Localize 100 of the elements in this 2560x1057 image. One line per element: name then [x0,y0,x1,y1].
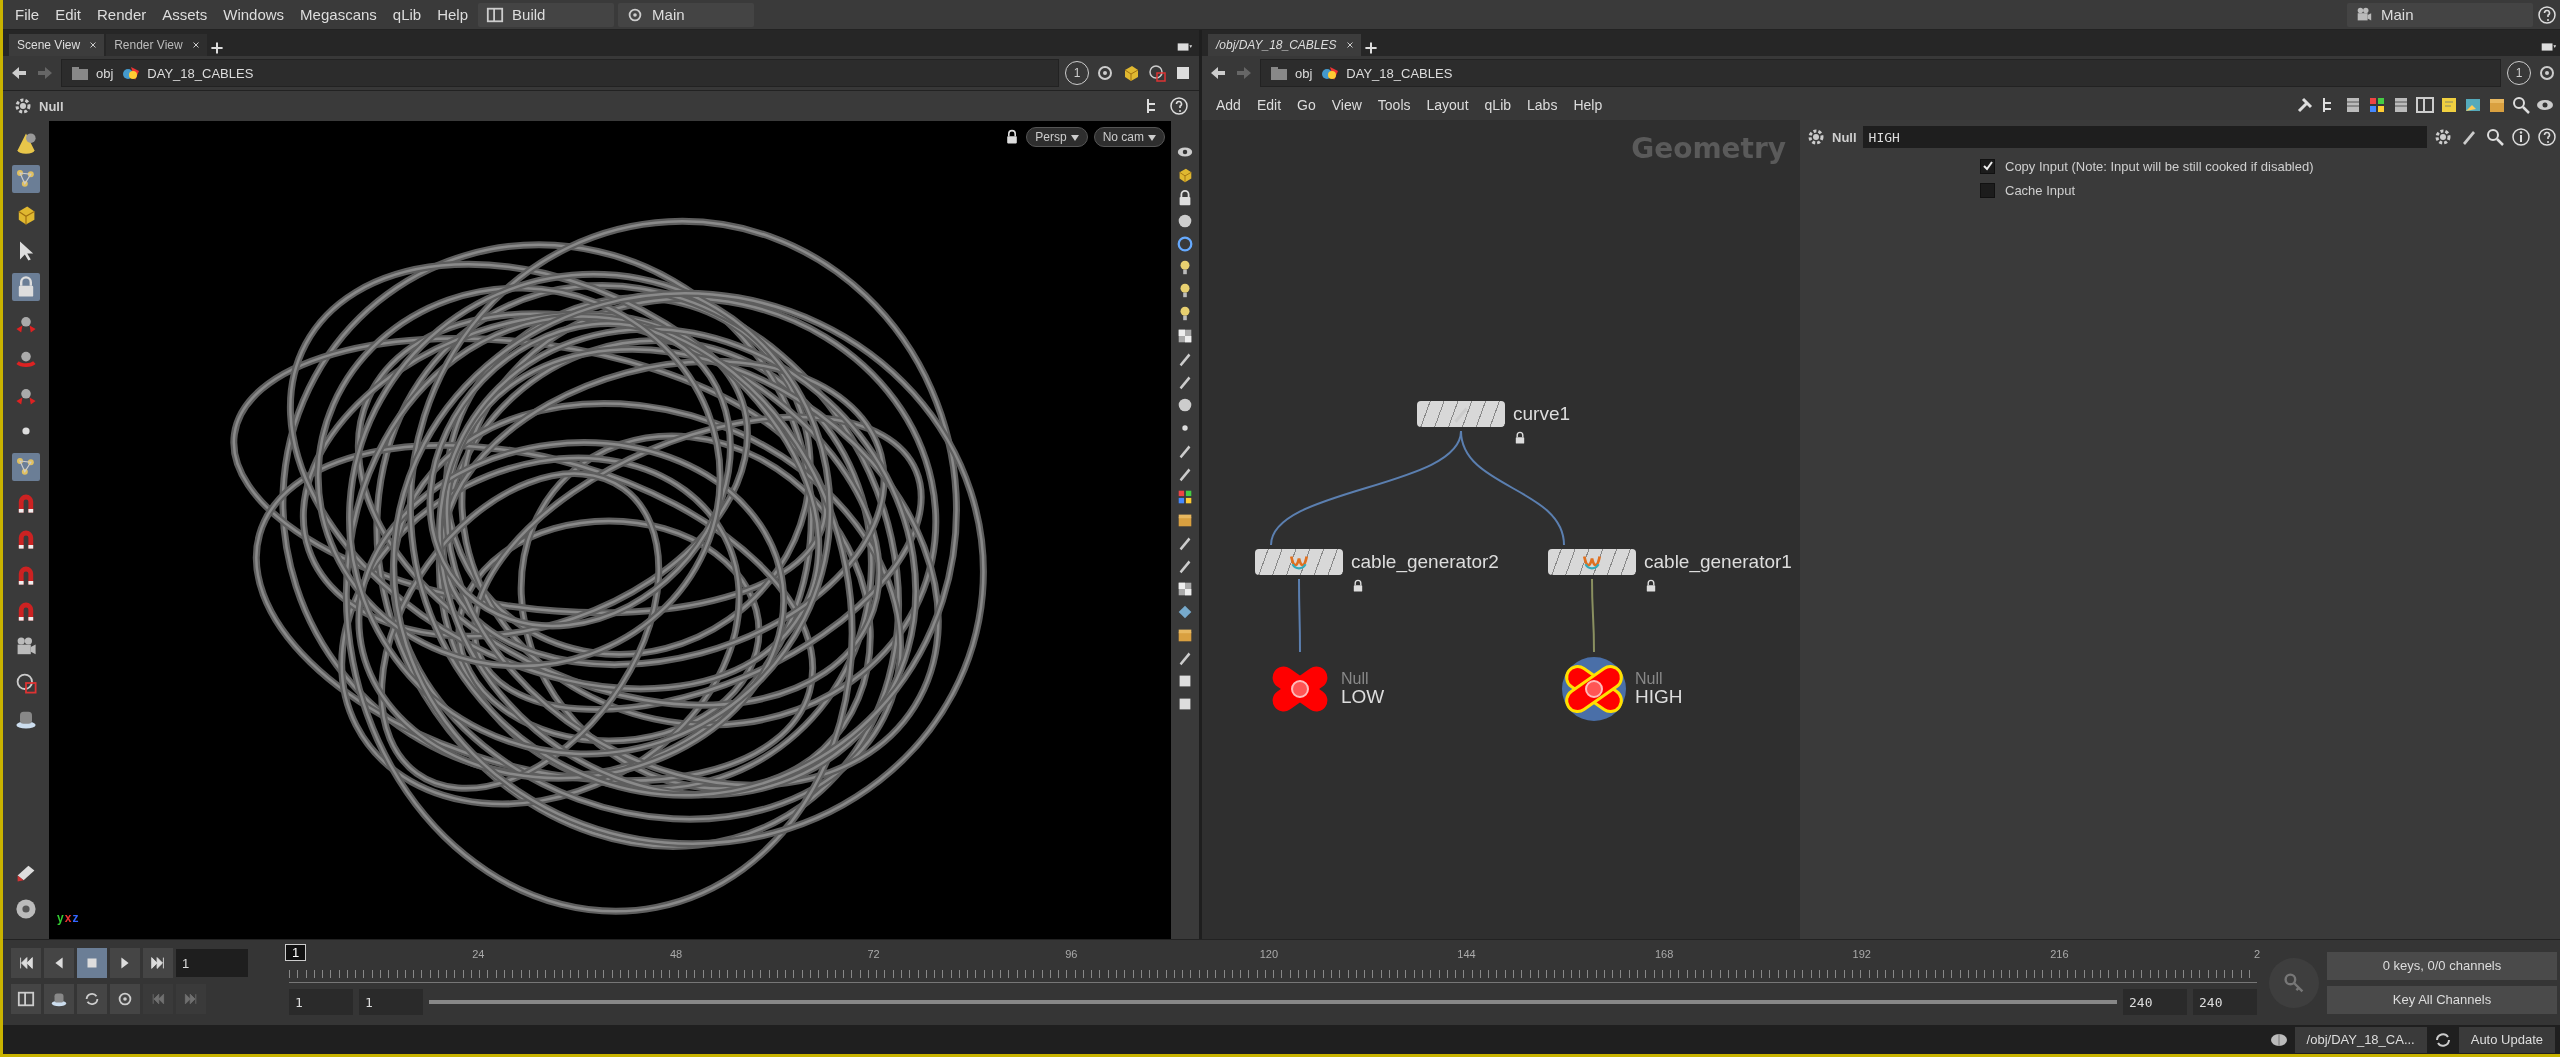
gear-icon[interactable] [13,96,33,116]
menu-item[interactable]: Assets [156,3,214,26]
menu-item[interactable]: Add [1210,95,1247,115]
key-button[interactable] [2269,957,2319,1008]
menu-item[interactable]: Megascans [294,3,383,26]
range-end-field[interactable]: 240 [2193,989,2257,1015]
add-tab-icon[interactable] [1362,40,1379,56]
menu-item[interactable]: View [1325,95,1368,115]
desktop-dropdown[interactable]: Build [478,2,615,27]
help-icon[interactable] [2537,4,2557,25]
update-mode-button[interactable]: Auto Update [2458,1026,2555,1053]
search-icon[interactable] [2485,127,2505,147]
checker-icon[interactable] [1176,580,1194,598]
gear-icon[interactable] [2433,127,2453,147]
node-tile[interactable] [1255,549,1343,575]
frame-tick-label: 192 [1852,948,1871,960]
path-segment[interactable]: obj [1295,65,1313,81]
range-start-field[interactable]: 1 [359,989,423,1015]
layout-icon[interactable] [11,984,41,1014]
menu-item[interactable]: Layout [1420,95,1475,115]
stop-icon[interactable] [77,948,107,978]
menu-item[interactable]: Tools [1371,95,1417,115]
grid-icon[interactable] [2367,95,2387,115]
caret-icon [1070,134,1079,141]
help-icon[interactable] [2537,127,2557,147]
node-graph-icon[interactable] [12,165,40,193]
context-dropdown[interactable]: Main [618,2,755,27]
grid-icon[interactable] [1176,488,1194,506]
checkbox-label: Copy Input (Note: Input will be still cooked if disabled) [2005,158,2314,174]
target-icon[interactable] [2537,63,2557,83]
play-icon[interactable] [110,948,140,978]
node-label: HIGH [1635,687,1683,708]
gear-icon[interactable] [1806,127,1826,147]
pane-tab[interactable]: /obj/DAY_18_CABLES [1208,34,1361,56]
node-label: cable_generator2 [1351,551,1499,573]
menu-item[interactable]: Help [1567,95,1609,115]
viewport[interactable]: Persp No cam yxz [49,121,1171,939]
menu-item[interactable]: qLib [386,3,428,26]
lens-icon[interactable] [44,984,74,1014]
close-icon[interactable] [190,40,201,50]
context-dropdown[interactable]: Main [2347,2,2533,27]
operation-label: Null [39,98,64,114]
path-bar[interactable]: obj DAY_18_CABLES [1260,59,2501,87]
add-tab-icon[interactable] [208,40,225,56]
close-icon[interactable] [1344,40,1355,50]
node-type-label: Null [1635,670,1664,688]
circle-icon[interactable] [1176,396,1194,414]
info-icon[interactable] [2511,127,2531,147]
menu-item[interactable]: Labs [1521,95,1564,115]
camera-menu-button[interactable]: Persp [1026,127,1088,147]
cube-icon[interactable] [1176,166,1194,184]
refresh-icon[interactable] [77,984,107,1014]
menu-item[interactable]: Edit [49,3,88,26]
ring-icon[interactable] [1176,235,1194,253]
checker-icon[interactable] [1176,327,1194,345]
frame-tick-label: 216 [2050,948,2069,960]
range-end-field[interactable]: 240 [2123,989,2187,1015]
node-label: cable_generator1 [1644,551,1792,573]
node-tile[interactable] [1417,401,1505,427]
path-segment[interactable]: obj [96,65,114,81]
menu-item[interactable]: File [9,3,46,26]
menu-item[interactable]: Windows [217,3,291,26]
circle-icon[interactable] [1176,212,1194,230]
layout-icon [486,5,505,24]
menu-item[interactable]: Edit [1250,95,1288,115]
skip-end-icon[interactable] [143,948,173,978]
menu-item[interactable]: Go [1291,95,1322,115]
checkbox[interactable] [1980,182,1995,198]
diamond-icon[interactable] [1176,603,1194,621]
key-mode-dropdown[interactable]: Key All Channels [2327,985,2557,1014]
target-icon[interactable] [1095,63,1115,83]
path-bar[interactable]: obj DAY_18_CABLES [61,59,1059,87]
pane-tab[interactable]: Render View [106,34,207,56]
camera-menu-button[interactable]: No cam [1093,127,1165,147]
search-icon[interactable] [2511,95,2531,115]
target-icon[interactable] [110,984,140,1014]
checkbox[interactable] [1980,158,1995,174]
layout-icon[interactable] [2415,95,2435,115]
lock-icon [1351,579,1365,593]
current-frame-marker[interactable]: 1 [285,944,307,961]
reverse-play-icon[interactable] [44,948,74,978]
skip-start-icon[interactable] [11,948,41,978]
wrench-icon[interactable] [2295,95,2315,115]
pane-tab[interactable]: Scene View [9,34,105,56]
node-tile[interactable] [1548,549,1636,575]
note-icon[interactable] [2439,95,2459,115]
node-name-field[interactable]: HIGH [1862,126,2427,148]
path-dropdown[interactable]: /obj/DAY_18_CA... [2294,1026,2427,1053]
menu-item[interactable]: Help [431,3,475,26]
help-icon[interactable] [1169,96,1189,116]
frame-tick-label: 144 [1457,948,1476,960]
range-start-field[interactable]: 1 [289,989,353,1015]
path-segment[interactable]: DAY_18_CABLES [147,65,254,81]
range-slider-fill[interactable] [429,1000,2117,1004]
keys-dropdown[interactable]: 0 keys, 0/0 channels [2327,951,2557,980]
path-segment[interactable]: DAY_18_CABLES [1346,65,1453,81]
menu-item[interactable]: qLib [1478,95,1518,115]
menu-item[interactable]: Render [91,3,153,26]
frame-field[interactable]: 1 [176,949,248,977]
close-icon[interactable] [88,40,99,50]
